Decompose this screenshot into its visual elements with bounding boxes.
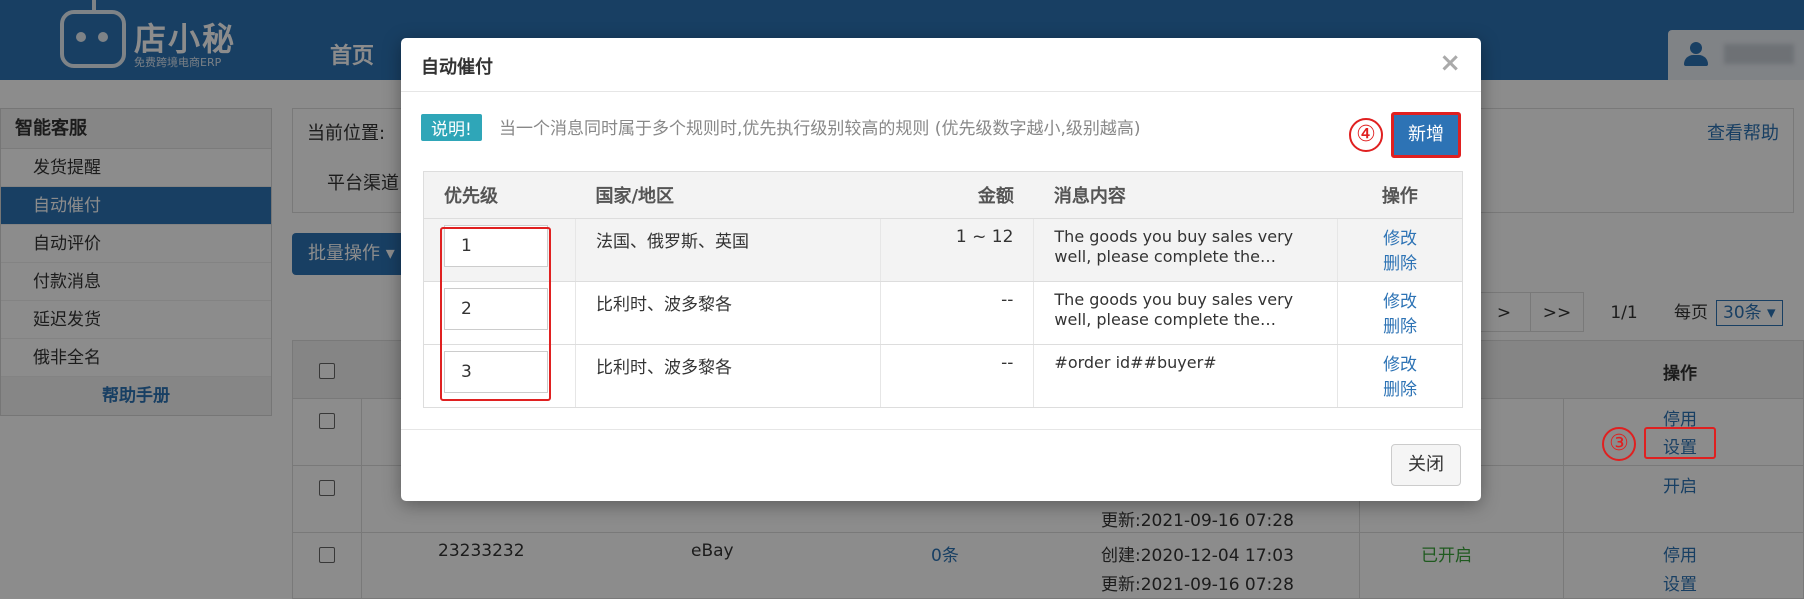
close-icon[interactable]: × — [1439, 48, 1461, 78]
edit-link[interactable]: 修改 — [1338, 290, 1462, 315]
note-text: 当一个消息同时属于多个规则时,优先执行级别较高的规则 (优先级数字越小,级别越高… — [499, 119, 1141, 139]
auto-payment-reminder-dialog: 自动催付 × 说明! 当一个消息同时属于多个规则时,优先执行级别较高的规则 (优… — [401, 38, 1481, 501]
edit-link[interactable]: 修改 — [1338, 227, 1462, 252]
table-row: 比利时、波多黎各 -- #order id##buyer# 修改 删除 — [423, 344, 1463, 408]
rules-table-header: 优先级 国家/地区 金额 消息内容 操作 — [423, 171, 1463, 219]
edit-link[interactable]: 修改 — [1338, 353, 1462, 378]
message-cell: The goods you buy sales very well, pleas… — [1054, 227, 1294, 266]
col-amount: 金额 — [880, 171, 1034, 219]
message-cell: The goods you buy sales very well, pleas… — [1054, 290, 1294, 329]
region-cell: 法国、俄罗斯、英国 — [575, 218, 881, 282]
dialog-title: 自动催付 — [421, 57, 493, 78]
note-badge: 说明! — [421, 114, 482, 141]
region-cell: 比利时、波多黎各 — [575, 281, 881, 345]
table-row: 比利时、波多黎各 -- The goods you buy sales very… — [423, 281, 1463, 345]
rules-table: 优先级 国家/地区 金额 消息内容 操作 法国、俄罗斯、英国 1 ~ 12 Th… — [423, 171, 1463, 408]
priority-highlight-box — [440, 227, 551, 401]
amount-cell: -- — [880, 344, 1035, 408]
amount-cell: 1 ~ 12 — [880, 218, 1035, 282]
step-3-annotation-circle: ③ — [1602, 427, 1636, 461]
col-operation: 操作 — [1337, 171, 1463, 219]
amount-cell: -- — [880, 281, 1035, 345]
col-priority: 优先级 — [423, 171, 576, 219]
message-cell: #order id##buyer# — [1054, 353, 1217, 372]
dialog-footer: 关闭 — [401, 429, 1481, 501]
settings-highlight-box — [1644, 427, 1716, 459]
add-rule-button[interactable]: 新增 — [1391, 112, 1461, 158]
dialog-header: 自动催付 × — [401, 38, 1481, 92]
delete-link[interactable]: 删除 — [1338, 378, 1462, 403]
col-region: 国家/地区 — [575, 171, 881, 219]
close-button[interactable]: 关闭 — [1391, 444, 1461, 486]
delete-link[interactable]: 删除 — [1338, 315, 1462, 340]
delete-link[interactable]: 删除 — [1338, 252, 1462, 277]
table-row: 法国、俄罗斯、英国 1 ~ 12 The goods you buy sales… — [423, 218, 1463, 282]
region-cell: 比利时、波多黎各 — [575, 344, 881, 408]
step-4-annotation-circle: ④ — [1349, 118, 1383, 152]
col-message: 消息内容 — [1033, 171, 1338, 219]
